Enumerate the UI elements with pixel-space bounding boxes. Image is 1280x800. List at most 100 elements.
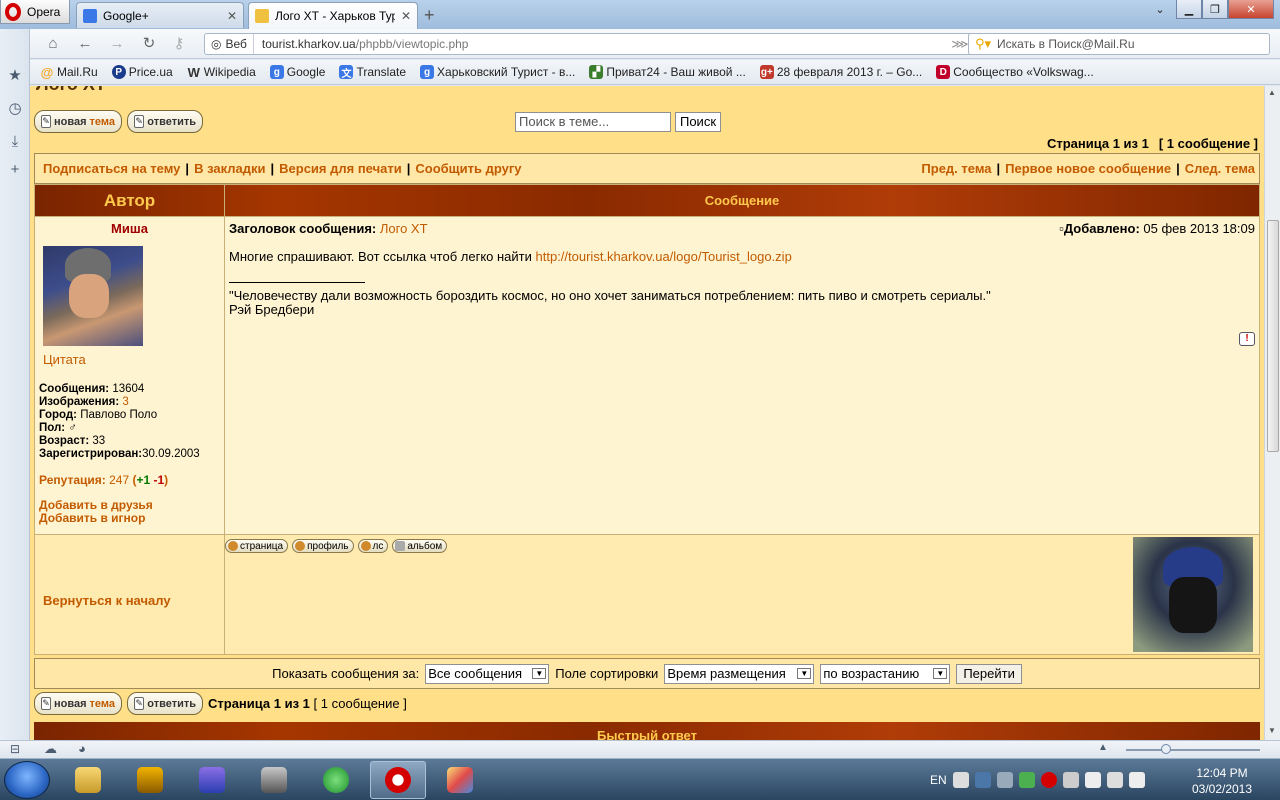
first-unread-link[interactable]: Первое новое сообщение — [1005, 161, 1171, 176]
taskbar-winamp[interactable] — [122, 761, 178, 799]
scroll-up-icon[interactable]: ▲ — [1268, 88, 1276, 97]
taskbar-opera[interactable] — [370, 761, 426, 799]
report-post-icon[interactable]: ! — [1239, 332, 1255, 346]
taskbar-paint[interactable] — [432, 761, 488, 799]
key-icon[interactable]: ⚷ — [170, 35, 188, 53]
new-topic-button-bottom[interactable]: ✎ новая тема — [34, 692, 122, 715]
minimize-button[interactable]: ▁ — [1176, 0, 1202, 19]
back-icon[interactable]: ← — [76, 35, 94, 53]
subject-value[interactable]: Лого ХТ — [380, 221, 428, 236]
show-posts-select[interactable]: Все сообщения ▼ — [425, 663, 550, 684]
reply-button-bottom[interactable]: ✎ ответить — [127, 692, 203, 715]
vk-icon[interactable] — [974, 772, 991, 788]
logo-download-link[interactable]: http://tourist.kharkov.ua/logo/Tourist_l… — [536, 249, 792, 264]
start-button[interactable] — [4, 761, 50, 799]
system-clock[interactable]: 12:04 PM 03/02/2013 — [1182, 765, 1262, 797]
reply-button[interactable]: ✎ ответить — [127, 110, 203, 133]
zoom-slider-knob[interactable] — [1161, 744, 1171, 754]
taskbar-app-bird[interactable] — [184, 761, 240, 799]
opera-menu-button[interactable]: Opera — [0, 0, 70, 24]
add-ignore-link[interactable]: Добавить в игнор — [39, 512, 220, 525]
opera-tray-icon[interactable] — [1040, 772, 1057, 788]
close-window-button[interactable]: ✕ — [1228, 0, 1274, 19]
reload-icon[interactable]: ↻ — [140, 35, 158, 53]
bookmark-translate[interactable]: 文 Translate — [339, 65, 406, 80]
bookmark-price[interactable]: P Price.ua — [111, 65, 173, 79]
reputation-value[interactable]: 247 — [109, 473, 129, 487]
homepage-button[interactable]: страница — [225, 539, 289, 553]
images-count[interactable]: 3 — [122, 396, 128, 408]
speed-dial-icon[interactable]: ◕ — [78, 741, 86, 756]
sort-order-select[interactable]: по возрастанию ▼ — [820, 663, 951, 684]
tab-logo-ht[interactable]: Лого ХТ - Харьков Тур... ✕ — [248, 2, 418, 29]
tray-app-icon[interactable] — [952, 772, 969, 788]
print-link[interactable]: Версия для печати — [279, 161, 402, 176]
downloads-icon[interactable]: ⤓ — [6, 133, 24, 151]
address-bar[interactable]: ◎ Веб tourist.kharkov.ua/phpbb/viewtopic… — [204, 33, 994, 55]
rep-plus-button[interactable]: +1 — [136, 473, 150, 487]
bookmark-gplus[interactable]: g+ 28 февраля 2013 г. – Go... — [759, 65, 922, 79]
tab-google-plus[interactable]: Google+ ✕ — [76, 2, 244, 28]
quote-link[interactable]: Цитата — [43, 352, 220, 367]
display-tray-icon[interactable] — [1062, 772, 1079, 788]
scroll-down-icon[interactable]: ▼ — [1268, 726, 1276, 735]
author-name[interactable]: Миша — [39, 221, 220, 236]
next-topic-link[interactable]: След. тема — [1185, 161, 1255, 176]
sort-field-select[interactable]: Время размещения ▼ — [664, 663, 815, 684]
bookmarks-star-icon[interactable]: ★ — [6, 67, 24, 85]
panel-toggle-icon[interactable]: ⊟ — [10, 742, 20, 756]
taskbar-app-green[interactable] — [308, 761, 364, 799]
close-tab-icon[interactable]: ✕ — [227, 9, 237, 23]
taskbar-movie-maker[interactable] — [246, 761, 302, 799]
topic-search-button[interactable]: Поиск — [675, 112, 721, 132]
pm-button[interactable]: лс — [357, 539, 389, 553]
bookmark-volkswagen[interactable]: D Сообщество «Volkswag... — [936, 65, 1094, 79]
url-text[interactable]: tourist.kharkov.ua/phpbb/viewtopic.php — [254, 37, 951, 51]
bookmark-mailru[interactable]: @ Mail.Ru — [40, 65, 98, 80]
close-tab-icon[interactable]: ✕ — [401, 9, 411, 23]
new-topic-button[interactable]: ✎ новая тема — [34, 110, 122, 133]
rep-minus-button[interactable]: -1 — [154, 473, 165, 487]
album-button[interactable]: альбом — [392, 539, 448, 553]
forward-icon[interactable]: → — [108, 35, 126, 53]
maximize-button[interactable]: ❐ — [1202, 0, 1228, 19]
new-tab-button[interactable]: + — [424, 5, 435, 26]
rss-icon[interactable]: ⋙ — [951, 37, 968, 51]
history-clock-icon[interactable]: ◷ — [6, 100, 24, 118]
profile-button[interactable]: профиль — [292, 539, 354, 553]
zoom-arrow-icon[interactable]: ▲ — [1098, 742, 1108, 753]
topic-search-input[interactable]: Поиск в теме... — [515, 112, 671, 132]
language-indicator[interactable]: EN — [930, 773, 947, 787]
power-tray-icon[interactable] — [1084, 772, 1101, 788]
go-button[interactable]: Перейти — [956, 663, 1022, 684]
quick-reply-header[interactable]: Быстрый ответ — [34, 722, 1260, 740]
bookmark-google[interactable]: g Google — [269, 65, 325, 79]
age-label: Возраст: — [39, 435, 90, 447]
vw-icon: D — [936, 65, 951, 79]
email-friend-link[interactable]: Сообщить другу — [415, 161, 521, 176]
volume-icon[interactable] — [1128, 772, 1145, 788]
avatar[interactable] — [43, 246, 143, 346]
prev-topic-link[interactable]: Пред. тема — [921, 161, 991, 176]
tab-menu-chevron-icon[interactable]: ⌄ — [1150, 0, 1170, 19]
network-signal-icon[interactable] — [1106, 772, 1123, 788]
bookmark-privat24[interactable]: ▞ Приват24 - Ваш живой ... — [589, 65, 746, 79]
add-panel-icon[interactable]: + — [6, 161, 24, 179]
search-engine-icon[interactable]: ⚲▾ — [975, 36, 991, 52]
subscribe-link[interactable]: Подписаться на тему — [43, 161, 180, 176]
page-scrollbar[interactable]: ▲ ▼ — [1264, 86, 1280, 740]
bookmark-wikipedia[interactable]: W Wikipedia — [187, 65, 256, 80]
web-badge[interactable]: ◎ Веб — [205, 34, 254, 54]
cloud-icon[interactable]: ☁ — [44, 741, 57, 757]
taskbar-explorer[interactable] — [60, 761, 116, 799]
bookmark-tourist[interactable]: g Харьковский Турист - в... — [420, 65, 575, 79]
system-tray: EN — [930, 759, 1145, 800]
scrollbar-thumb[interactable] — [1267, 220, 1279, 452]
tray-network-app-icon[interactable] — [996, 772, 1013, 788]
download-tray-icon[interactable] — [1018, 772, 1035, 788]
search-box[interactable]: ⚲▾ Искать в Поиск@Mail.Ru — [968, 33, 1270, 55]
zoom-slider[interactable] — [1126, 749, 1260, 751]
bookmark-link[interactable]: В закладки — [194, 161, 265, 176]
home-icon[interactable]: ⌂ — [44, 35, 62, 53]
back-to-top-link[interactable]: Вернуться к началу — [39, 539, 220, 608]
